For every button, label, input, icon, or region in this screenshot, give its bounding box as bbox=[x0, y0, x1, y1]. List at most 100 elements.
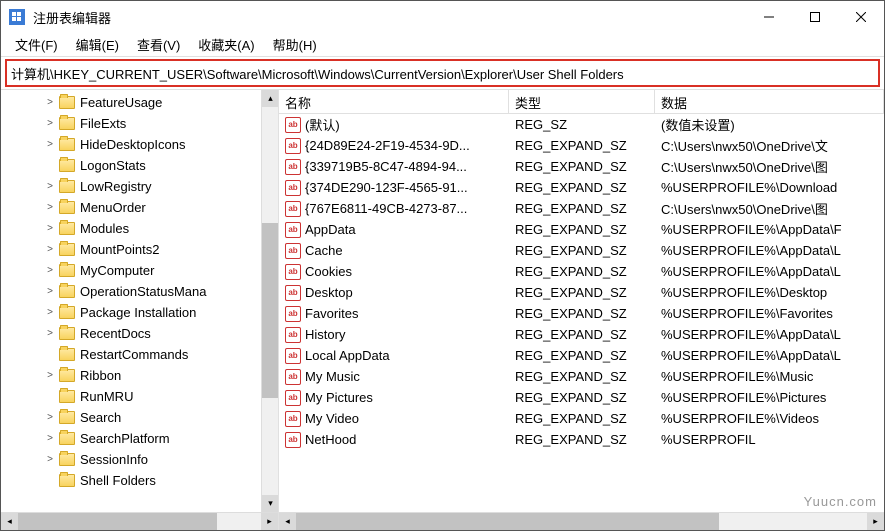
list-scrollbar-horizontal[interactable]: ◂ ▸ bbox=[279, 512, 884, 530]
scroll-thumb-v[interactable] bbox=[262, 223, 278, 398]
tree-node[interactable]: > MenuOrder bbox=[1, 197, 261, 218]
tree-node[interactable]: >RecentDocs bbox=[1, 323, 261, 344]
tree-expander-icon[interactable]: > bbox=[43, 327, 57, 341]
cell-type: REG_EXPAND_SZ bbox=[509, 264, 655, 279]
tree-expander-icon[interactable]: > bbox=[43, 411, 57, 425]
tree-expander-icon[interactable]: > bbox=[43, 453, 57, 467]
tree-node[interactable]: RestartCommands bbox=[1, 344, 261, 365]
scroll-left-button[interactable]: ◂ bbox=[1, 513, 18, 530]
cell-data: %USERPROFILE%\Pictures bbox=[655, 390, 884, 405]
value-row[interactable]: ab{24D89E24-2F19-4534-9D...REG_EXPAND_SZ… bbox=[279, 135, 884, 156]
value-row[interactable]: abAppDataREG_EXPAND_SZ%USERPROFILE%\AppD… bbox=[279, 219, 884, 240]
menu-favorites[interactable]: 收藏夹(A) bbox=[190, 33, 262, 56]
tree-node[interactable]: >OperationStatusMana bbox=[1, 281, 261, 302]
tree-node[interactable]: >Search bbox=[1, 407, 261, 428]
tree-expander-icon[interactable]: > bbox=[43, 243, 57, 257]
tree-node[interactable]: >FeatureUsage bbox=[1, 92, 261, 113]
scroll-right-button[interactable]: ▸ bbox=[261, 513, 278, 530]
value-name-text: My Video bbox=[305, 411, 359, 426]
tree-expander-icon[interactable] bbox=[43, 348, 57, 362]
value-row[interactable]: abNetHoodREG_EXPAND_SZ%USERPROFIL bbox=[279, 429, 884, 450]
scroll-down-button[interactable]: ▾ bbox=[262, 495, 278, 512]
value-row[interactable]: ab{767E6811-49CB-4273-87...REG_EXPAND_SZ… bbox=[279, 198, 884, 219]
tree-node[interactable]: >FileExts bbox=[1, 113, 261, 134]
value-row[interactable]: abMy PicturesREG_EXPAND_SZ%USERPROFILE%\… bbox=[279, 387, 884, 408]
tree-expander-icon[interactable]: > bbox=[43, 432, 57, 446]
tree-node[interactable]: LogonStats bbox=[1, 155, 261, 176]
value-row[interactable]: abCookiesREG_EXPAND_SZ%USERPROFILE%\AppD… bbox=[279, 261, 884, 282]
tree-expander-icon[interactable]: > bbox=[43, 285, 57, 299]
column-header-type[interactable]: 类型 bbox=[509, 90, 655, 113]
value-row[interactable]: ab(默认)REG_SZ(数值未设置) bbox=[279, 114, 884, 135]
tree-node[interactable]: >HideDesktopIcons bbox=[1, 134, 261, 155]
tree-expander-icon[interactable]: > bbox=[43, 201, 57, 215]
string-value-icon: ab bbox=[285, 348, 301, 364]
menu-view[interactable]: 查看(V) bbox=[129, 33, 188, 56]
value-row[interactable]: abCacheREG_EXPAND_SZ%USERPROFILE%\AppDat… bbox=[279, 240, 884, 261]
cell-name: ab(默认) bbox=[279, 115, 509, 134]
tree-node[interactable]: >MountPoints2 bbox=[1, 239, 261, 260]
menu-help[interactable]: 帮助(H) bbox=[265, 33, 325, 56]
tree-expander-icon[interactable] bbox=[43, 474, 57, 488]
scroll-up-button[interactable]: ▴ bbox=[262, 90, 278, 107]
cell-name: abAppData bbox=[279, 222, 509, 238]
value-name-text: My Music bbox=[305, 369, 360, 384]
tree-expander-icon[interactable] bbox=[43, 159, 57, 173]
tree-expander-icon[interactable] bbox=[43, 390, 57, 404]
tree-node[interactable]: >Ribbon bbox=[1, 365, 261, 386]
value-row[interactable]: abHistoryREG_EXPAND_SZ%USERPROFILE%\AppD… bbox=[279, 324, 884, 345]
tree-node[interactable]: >Package Installation bbox=[1, 302, 261, 323]
tree-expander-icon[interactable]: > bbox=[43, 96, 57, 110]
column-header-data[interactable]: 数据 bbox=[655, 90, 884, 113]
tree-expander-icon[interactable]: > bbox=[43, 369, 57, 383]
cell-type: REG_EXPAND_SZ bbox=[509, 180, 655, 195]
tree-pane[interactable]: >FeatureUsage>FileExts>HideDesktopIconsL… bbox=[1, 90, 261, 512]
tree-scrollbar-horizontal[interactable]: ◂ ▸ bbox=[1, 512, 278, 530]
value-row[interactable]: abDesktopREG_EXPAND_SZ%USERPROFILE%\Desk… bbox=[279, 282, 884, 303]
tree-label: MyComputer bbox=[80, 263, 154, 278]
scroll-left-button[interactable]: ◂ bbox=[279, 513, 296, 530]
column-header-name[interactable]: 名称 bbox=[279, 90, 509, 113]
tree-node[interactable]: Shell Folders bbox=[1, 470, 261, 491]
tree-node[interactable]: > MyComputer bbox=[1, 260, 261, 281]
tree-label: MenuOrder bbox=[80, 200, 146, 215]
menu-file[interactable]: 文件(F) bbox=[7, 33, 66, 56]
scroll-track-v[interactable] bbox=[262, 107, 278, 495]
cell-name: ab My Video bbox=[279, 411, 509, 427]
value-row[interactable]: abMy MusicREG_EXPAND_SZ%USERPROFILE%\Mus… bbox=[279, 366, 884, 387]
tree-node[interactable]: >SessionInfo bbox=[1, 449, 261, 470]
tree-expander-icon[interactable]: > bbox=[43, 222, 57, 236]
tree-expander-icon[interactable]: > bbox=[43, 264, 57, 278]
value-row[interactable]: abLocal AppDataREG_EXPAND_SZ%USERPROFILE… bbox=[279, 345, 884, 366]
list-body[interactable]: ab(默认)REG_SZ(数值未设置)ab{24D89E24-2F19-4534… bbox=[279, 114, 884, 512]
tree-expander-icon[interactable]: > bbox=[43, 180, 57, 194]
value-row[interactable]: abFavoritesREG_EXPAND_SZ%USERPROFILE%\Fa… bbox=[279, 303, 884, 324]
scroll-track-h[interactable] bbox=[296, 513, 867, 530]
scroll-right-button[interactable]: ▸ bbox=[867, 513, 884, 530]
menu-edit[interactable]: 编辑(E) bbox=[68, 33, 127, 56]
scroll-track-h[interactable] bbox=[18, 513, 261, 530]
tree-expander-icon[interactable]: > bbox=[43, 306, 57, 320]
value-row[interactable]: ab{339719B5-8C47-4894-94...REG_EXPAND_SZ… bbox=[279, 156, 884, 177]
value-row[interactable]: ab{374DE290-123F-4565-91...REG_EXPAND_SZ… bbox=[279, 177, 884, 198]
scroll-thumb-h[interactable] bbox=[296, 513, 719, 530]
value-name-text: Cache bbox=[305, 243, 343, 258]
cell-name: abNetHood bbox=[279, 432, 509, 448]
scroll-thumb-h[interactable] bbox=[18, 513, 217, 530]
address-bar[interactable]: 计算机\HKEY_CURRENT_USER\Software\Microsoft… bbox=[5, 59, 880, 87]
tree-expander-icon[interactable]: > bbox=[43, 138, 57, 152]
close-button[interactable] bbox=[838, 1, 884, 33]
string-value-icon: ab bbox=[285, 411, 301, 427]
cell-type: REG_EXPAND_SZ bbox=[509, 411, 655, 426]
maximize-button[interactable] bbox=[792, 1, 838, 33]
minimize-button[interactable] bbox=[746, 1, 792, 33]
tree-node[interactable]: >Modules bbox=[1, 218, 261, 239]
tree-scrollbar-vertical[interactable]: ▴ ▾ bbox=[261, 90, 278, 512]
tree-node[interactable]: RunMRU bbox=[1, 386, 261, 407]
tree-node[interactable]: >SearchPlatform bbox=[1, 428, 261, 449]
tree-expander-icon[interactable]: > bbox=[43, 117, 57, 131]
watermark: Yuucn.com bbox=[804, 494, 877, 509]
titlebar[interactable]: 注册表编辑器 bbox=[1, 1, 884, 33]
value-row[interactable]: abMy VideoREG_EXPAND_SZ%USERPROFILE%\Vid… bbox=[279, 408, 884, 429]
tree-node[interactable]: >LowRegistry bbox=[1, 176, 261, 197]
